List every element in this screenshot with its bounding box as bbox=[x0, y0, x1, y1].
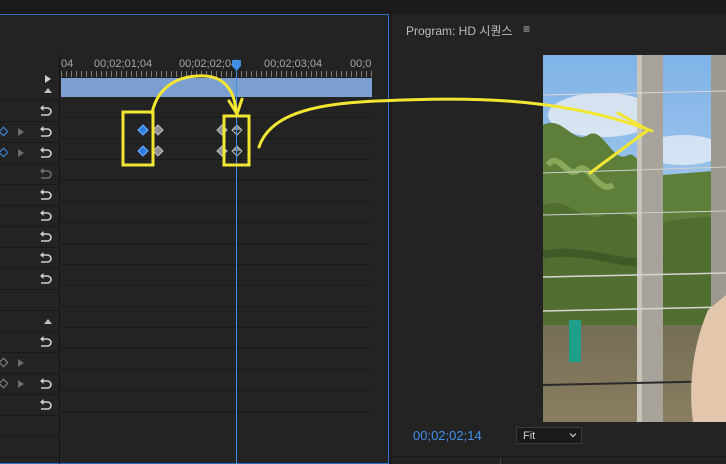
ruler-timecode: 00;02;03;04 bbox=[264, 58, 323, 70]
next-keyframe-icon[interactable] bbox=[18, 128, 24, 136]
next-keyframe-icon[interactable] bbox=[18, 380, 24, 388]
property-row[interactable] bbox=[0, 353, 60, 374]
property-row[interactable] bbox=[0, 80, 60, 101]
program-video-frame bbox=[543, 55, 726, 422]
property-row[interactable] bbox=[0, 437, 60, 458]
next-keyframe-icon[interactable] bbox=[18, 149, 24, 157]
add-keyframe-icon[interactable] bbox=[0, 126, 9, 137]
time-ruler[interactable]: 04 00;02;01;04 00;02;02;04 00;02;03;04 0… bbox=[61, 54, 372, 78]
property-column bbox=[0, 55, 60, 464]
playhead-handle[interactable] bbox=[231, 60, 242, 71]
property-row[interactable] bbox=[0, 248, 60, 269]
ruler-timecode: 00;0 bbox=[350, 58, 372, 70]
reset-icon[interactable] bbox=[38, 146, 53, 160]
property-row[interactable] bbox=[0, 395, 60, 416]
program-monitor-title: Program: HD 시퀀스 bbox=[406, 24, 513, 38]
property-row[interactable] bbox=[0, 101, 60, 122]
playhead-line[interactable] bbox=[236, 62, 237, 464]
ruler-timecode: 00;02;02;04 bbox=[179, 58, 238, 70]
program-monitor-panel: Program: HD 시퀀스 ≡ 00;02;02;14 Fit bbox=[392, 14, 726, 464]
add-keyframe-icon[interactable] bbox=[0, 357, 9, 368]
property-row[interactable] bbox=[0, 206, 60, 227]
add-keyframe-icon[interactable] bbox=[0, 147, 9, 158]
collapse-icon[interactable] bbox=[44, 319, 52, 324]
property-row[interactable] bbox=[0, 185, 60, 206]
property-row[interactable] bbox=[0, 122, 60, 143]
keyframe-row bbox=[61, 265, 372, 286]
clip-bar[interactable] bbox=[61, 78, 372, 97]
chevron-down-icon bbox=[569, 433, 577, 438]
program-timecode[interactable]: 00;02;02;14 bbox=[413, 428, 482, 443]
reset-icon[interactable] bbox=[38, 188, 53, 202]
effect-timeline[interactable]: 04 00;02;01;04 00;02;02;04 00;02;03;04 0… bbox=[61, 54, 388, 464]
next-keyframe-icon[interactable] bbox=[18, 359, 24, 367]
keyframe-row bbox=[61, 202, 372, 223]
reset-icon[interactable] bbox=[38, 272, 53, 286]
ruler-timecode: 00;02;01;04 bbox=[94, 58, 153, 70]
property-row[interactable] bbox=[0, 143, 60, 164]
property-row[interactable] bbox=[0, 311, 60, 332]
property-row[interactable] bbox=[0, 269, 60, 290]
keyframe-row bbox=[61, 223, 372, 244]
property-row[interactable] bbox=[0, 227, 60, 248]
reset-icon[interactable] bbox=[38, 230, 53, 244]
keyframe-row bbox=[61, 307, 372, 328]
reset-icon[interactable] bbox=[38, 251, 53, 265]
top-strip bbox=[0, 0, 726, 14]
ruler-timecode: 04 bbox=[61, 58, 74, 70]
reset-icon[interactable] bbox=[38, 335, 53, 349]
reset-icon[interactable] bbox=[38, 398, 53, 412]
reset-icon[interactable] bbox=[38, 104, 53, 118]
program-monitor-toolbar bbox=[392, 456, 726, 464]
add-keyframe-icon[interactable] bbox=[0, 378, 9, 389]
reset-icon[interactable] bbox=[38, 167, 53, 181]
property-row[interactable] bbox=[0, 164, 60, 185]
keyframe-row bbox=[61, 286, 372, 307]
reset-icon[interactable] bbox=[38, 377, 53, 391]
property-row[interactable] bbox=[0, 332, 60, 353]
property-row[interactable] bbox=[0, 374, 60, 395]
property-row[interactable] bbox=[0, 416, 60, 437]
keyframe-row bbox=[61, 97, 372, 118]
keyframe-row bbox=[61, 349, 372, 370]
reset-icon[interactable] bbox=[38, 125, 53, 139]
keyframe-row bbox=[61, 391, 372, 412]
toolbar-divider bbox=[500, 458, 501, 464]
keyframe-row bbox=[61, 370, 372, 391]
property-row[interactable] bbox=[0, 290, 60, 311]
collapse-icon[interactable] bbox=[44, 88, 52, 93]
ruler-ticks bbox=[61, 71, 372, 77]
keyframe-row bbox=[61, 328, 372, 349]
keyframe-row bbox=[61, 181, 372, 202]
hamburger-icon[interactable]: ≡ bbox=[523, 22, 530, 36]
keyframe-row bbox=[61, 160, 372, 181]
zoom-fit-select[interactable]: Fit bbox=[516, 427, 582, 444]
fit-label: Fit bbox=[523, 430, 536, 442]
reset-icon[interactable] bbox=[38, 209, 53, 223]
keyframe-row bbox=[61, 244, 372, 265]
